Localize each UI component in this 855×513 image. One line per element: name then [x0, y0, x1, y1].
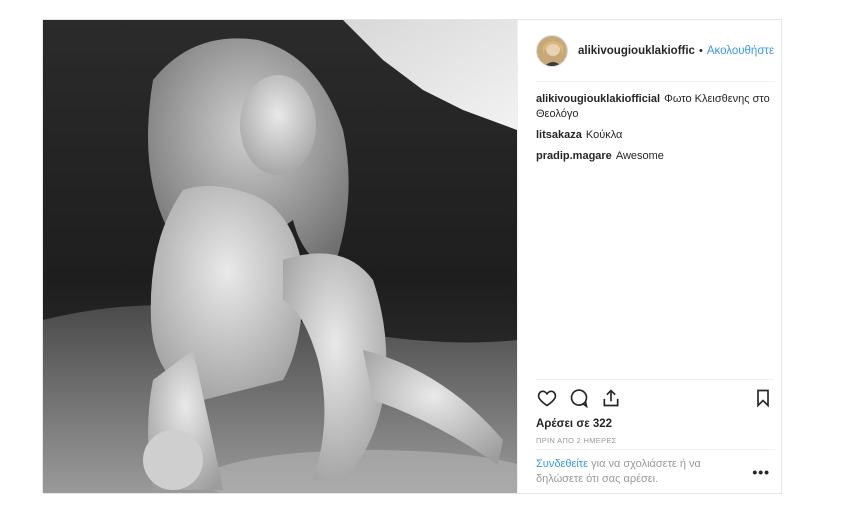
more-options-icon[interactable]: •••	[752, 464, 770, 480]
comment-item: alikivougiouklakiofficial Φωτο Κλεισθενης…	[536, 92, 774, 122]
post-photo[interactable]	[43, 20, 517, 493]
login-prompt: Συνδεθείτε για να σχολιάσετε ή να δηλώσε…	[536, 449, 775, 493]
login-prompt-text: Συνδεθείτε για να σχολιάσετε ή να δηλώσε…	[536, 457, 746, 487]
post-card: alikivougiouklakioffic • Ακολουθήστε ali…	[42, 19, 782, 494]
post-sidebar: alikivougiouklakioffic • Ακολουθήστε ali…	[517, 20, 792, 493]
comment-text: Awesome	[615, 150, 664, 162]
action-bar	[536, 379, 775, 415]
follow-button[interactable]: Ακολουθήστε	[707, 45, 774, 57]
comment-text: Κούκλα	[585, 129, 623, 141]
author-username[interactable]: alikivougiouklakioffic	[578, 45, 695, 57]
comment-item: pradip.magare Awesome	[536, 149, 774, 164]
comment-icon[interactable]	[568, 387, 590, 409]
like-count[interactable]: Αρέσει σε 322	[536, 415, 774, 433]
post-header: alikivougiouklakioffic • Ακολουθήστε	[536, 20, 775, 82]
heart-icon[interactable]	[536, 387, 558, 409]
avatar-image	[537, 35, 567, 66]
share-icon[interactable]	[600, 387, 622, 409]
avatar[interactable]	[536, 34, 568, 67]
comment-username[interactable]: litsakaza	[536, 129, 582, 141]
separator-dot: •	[698, 44, 703, 57]
post-timestamp[interactable]: ΠΡΙΝ ΑΠΟ 2 ΗΜΕΡΕΣ	[536, 433, 774, 449]
comment-username[interactable]: pradip.magare	[536, 150, 612, 162]
comment-item: litsakaza Κούκλα	[536, 128, 774, 143]
bookmark-icon[interactable]	[752, 387, 774, 409]
post-photo-image	[43, 20, 517, 493]
login-link[interactable]: Συνδεθείτε	[536, 458, 588, 470]
comment-username[interactable]: alikivougiouklakiofficial	[536, 93, 660, 105]
comments-list: alikivougiouklakiofficial Φωτο Κλεισθενης…	[518, 82, 792, 379]
